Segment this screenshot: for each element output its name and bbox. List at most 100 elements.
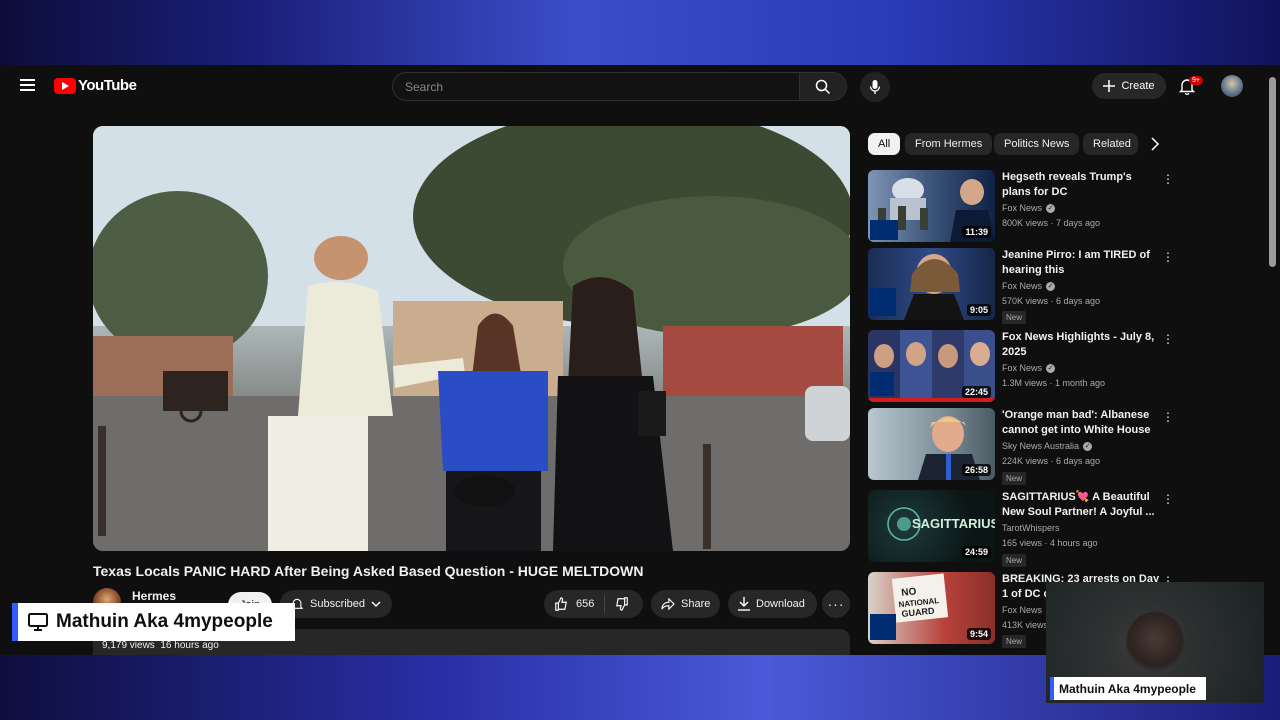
recommendation-item[interactable]: 22:45 Fox News Highlights - July 8, 2025… [868, 330, 1178, 406]
channel-label: Fox News [1002, 203, 1043, 213]
verified-check-icon: ✓ [1046, 203, 1056, 213]
more-vertical-icon[interactable]: ⋮ [1162, 332, 1174, 346]
recommendation-thumbnail: NO NATIONAL GUARD 9:54 [868, 572, 995, 644]
share-icon [661, 598, 675, 610]
menu-icon[interactable] [20, 79, 35, 91]
recommendation-item[interactable]: 11:39 Hegseth reveals Trump's plans for … [868, 170, 1178, 246]
webcam-name-tag: Mathuin Aka 4mypeople [1050, 677, 1206, 700]
recommendation-item[interactable]: 9:05 Jeanine Pirro: I am TIRED of hearin… [868, 248, 1178, 324]
recommendation-thumbnail: 9:05 [868, 248, 995, 320]
microphone-icon [869, 80, 881, 94]
logo-text: YouTube [78, 77, 137, 94]
video-duration: 9:54 [966, 628, 991, 640]
recommendation-title: Hegseth reveals Trump's plans for DC [1002, 171, 1132, 198]
monitor-icon [28, 613, 48, 631]
video-duration: 9:05 [966, 304, 991, 316]
recommendation-item[interactable]: 26:58 'Orange man bad': Albanese cannot … [868, 408, 1178, 485]
video-title: Texas Locals PANIC HARD After Being Aske… [93, 563, 644, 579]
video-duration: 11:39 [962, 226, 991, 238]
more-vertical-icon[interactable]: ⋮ [1162, 492, 1174, 506]
recommendation-channel: Fox News ✓ [1002, 203, 1056, 213]
video-player[interactable] [93, 126, 850, 551]
verified-check-icon: ✓ [1083, 441, 1093, 451]
new-badge: New [1002, 554, 1027, 567]
chip-related[interactable]: Related [1083, 133, 1138, 155]
channel-label: TarotWhispers [1002, 523, 1060, 533]
recommendation-meta: 570K views · 6 days ago [1002, 296, 1101, 306]
verified-check-icon: ✓ [1046, 281, 1056, 291]
dislike-button[interactable] [605, 590, 639, 618]
more-vertical-icon[interactable]: ⋮ [1162, 250, 1174, 264]
sagittarius-text: SAGITTARIUS [912, 516, 995, 531]
search-input[interactable] [405, 79, 785, 94]
new-badge: New [1002, 472, 1027, 485]
recommendation-channel: Fox News ✓ [1002, 281, 1056, 291]
chevron-down-icon [371, 601, 381, 607]
notification-badge: 9+ [1189, 76, 1203, 85]
share-button[interactable]: Share [651, 590, 720, 618]
recommendation-channel: TarotWhispers [1002, 523, 1060, 533]
scrollbar-thumb[interactable] [1269, 77, 1276, 267]
recommendation-title: 'Orange man bad': Albanese cannot get in… [1002, 409, 1151, 436]
recommendation-title: Jeanine Pirro: I am TIRED of hearing thi… [1002, 249, 1150, 276]
recommendation-item[interactable]: SAGITTARIUS 24:59 SAGITTARIUS💘 A Beautif… [868, 490, 1178, 567]
like-count: 656 [576, 598, 595, 610]
view-count: 9,179 views [102, 640, 155, 651]
recommendation-meta: 1.3M views · 1 month ago [1002, 378, 1106, 388]
verified-check-icon: ✓ [1046, 363, 1056, 373]
recommendation-meta: 413K views [1002, 620, 1049, 630]
channel-name[interactable]: Hermes [132, 589, 176, 603]
new-badge: New [1002, 635, 1027, 648]
like-dislike-group: 656 [544, 590, 643, 618]
thumbs-up-icon [555, 597, 567, 611]
streamer-name-tag: Mathuin Aka 4mypeople [12, 603, 295, 641]
youtube-play-icon [54, 77, 76, 94]
video-duration: 24:59 [961, 546, 991, 558]
account-avatar[interactable] [1221, 75, 1243, 97]
subscribed-button[interactable]: Subscribed [280, 590, 392, 618]
download-label: Download [756, 598, 805, 610]
more-vertical-icon[interactable]: ⋮ [1162, 410, 1174, 424]
search-box [392, 72, 800, 101]
channel-label: Sky News Australia [1002, 441, 1080, 451]
video-frame [93, 126, 850, 551]
create-label: Create [1121, 80, 1155, 92]
download-button[interactable]: Download [728, 590, 817, 618]
recommendation-title: Fox News Highlights - July 8, 2025 [1002, 331, 1155, 358]
download-icon [738, 597, 750, 611]
thumbs-down-icon [616, 597, 629, 611]
youtube-logo[interactable]: YouTube [54, 77, 137, 94]
webcam-name-label: Mathuin Aka 4mypeople [1059, 681, 1196, 696]
recommendation-channel: Sky News Australia ✓ [1002, 441, 1093, 451]
recommendation-channel: Fox News [1002, 605, 1042, 615]
recommendation-meta: 800K views · 7 days ago [1002, 218, 1101, 228]
recommendation-thumbnail: 22:45 [868, 330, 995, 402]
webcam-person [1126, 612, 1184, 672]
search-button[interactable] [799, 72, 847, 101]
recommendation-thumbnail: 11:39 [868, 170, 995, 242]
new-badge: New [1002, 311, 1027, 324]
voice-search-button[interactable] [860, 72, 890, 102]
top-bar: YouTube Create 9+ [0, 65, 1280, 107]
like-button[interactable]: 656 [544, 590, 604, 618]
streamer-name-label: Mathuin Aka 4mypeople [56, 611, 273, 632]
protest-sign-text: NO [901, 586, 917, 599]
recommendation-meta: 224K views · 6 days ago [1002, 456, 1101, 466]
recommendation-channel: Fox News ✓ [1002, 363, 1056, 373]
search-icon [815, 79, 831, 94]
recommendation-thumbnail: 26:58 [868, 408, 995, 480]
recommendation-thumbnail: SAGITTARIUS 24:59 [868, 490, 995, 562]
youtube-window: YouTube Create 9+ [0, 65, 1280, 655]
subscribed-label: Subscribed [310, 598, 366, 610]
channel-label: Fox News [1002, 281, 1043, 291]
recommendation-meta: 165 views · 4 hours ago [1002, 538, 1098, 548]
chip-all[interactable]: All [868, 133, 901, 155]
more-vertical-icon[interactable]: ⋮ [1162, 172, 1174, 186]
more-horizontal-icon: ··· [827, 596, 845, 612]
chip-from-hermes[interactable]: From Hermes [905, 133, 993, 155]
chip-politics-news[interactable]: Politics News [994, 133, 1080, 155]
chevron-right-icon[interactable] [1146, 135, 1164, 153]
upload-date: 16 hours ago [160, 640, 219, 651]
more-actions-button[interactable]: ··· [822, 590, 850, 618]
create-button[interactable]: Create [1092, 73, 1166, 99]
